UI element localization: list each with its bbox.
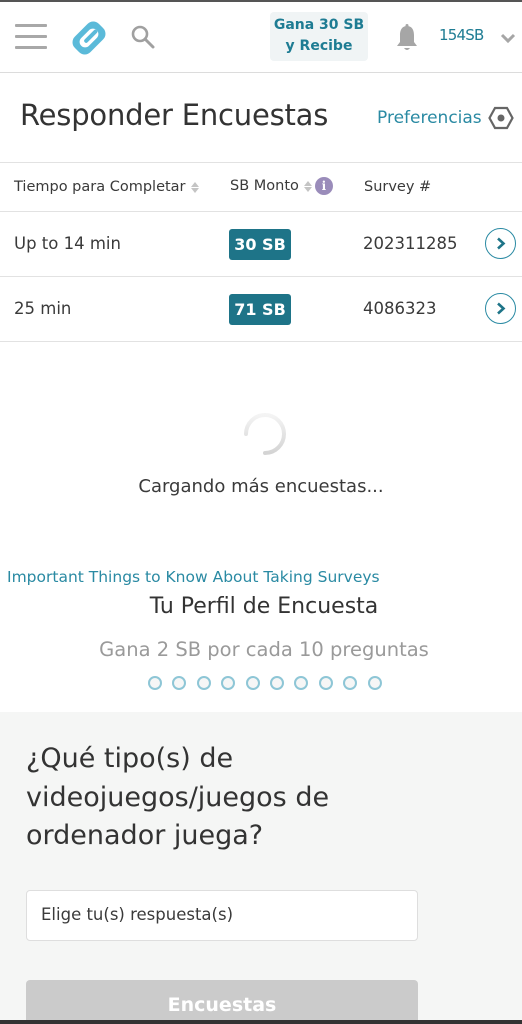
important-info-link[interactable]: Important Things to Know About Taking Su… (7, 568, 380, 586)
chevron-down-icon[interactable] (499, 30, 517, 44)
progress-dot-empty (221, 676, 236, 690)
sb-balance[interactable]: 154SB (439, 26, 484, 44)
progress-dot-empty (343, 676, 358, 690)
progress-dot-empty (269, 676, 284, 690)
chevron-right-circle-icon[interactable] (485, 228, 516, 259)
profile-question-card: ¿Qué tipo(s) de videojuegos/juegos de or… (0, 712, 522, 1024)
survey-reward-badge: 30 SB (229, 229, 291, 260)
progress-dot-empty (148, 676, 162, 690)
column-label: Survey # (364, 179, 432, 195)
column-survey-number: Survey # (364, 179, 431, 195)
search-icon[interactable] (130, 24, 156, 50)
survey-reward-badge: 71 SB (229, 294, 291, 325)
preferences-link[interactable]: Preferencias (377, 106, 514, 130)
progress-dot-empty (318, 676, 333, 690)
loading-spinner-icon (236, 405, 294, 463)
progress-dot-empty (294, 676, 309, 690)
bell-icon[interactable] (394, 23, 420, 53)
survey-row[interactable]: Up to 14 min 30 SB 202311285 (0, 212, 522, 277)
survey-table-header: Tiempo para Completar SB Monto i Survey … (0, 162, 522, 212)
earn-promo-button[interactable]: Gana 30 SB y Recibe (270, 12, 368, 61)
column-time-to-complete[interactable]: Tiempo para Completar (14, 179, 199, 195)
survey-row[interactable]: 25 min 71 SB 4086323 (0, 277, 522, 342)
loading-text: Cargando más encuestas... (138, 476, 384, 497)
info-icon[interactable]: i (314, 177, 333, 195)
survey-id: 4086323 (363, 299, 437, 318)
survey-id: 202311285 (363, 234, 458, 253)
sort-icon (303, 180, 312, 192)
column-label: SB Monto (230, 178, 299, 194)
survey-time: 25 min (14, 299, 72, 318)
chevron-right-circle-icon[interactable] (485, 293, 516, 324)
answer-select[interactable]: Elige tu(s) respuesta(s) (26, 890, 418, 941)
promo-line-2: y Recibe (285, 38, 353, 54)
hexagon-settings-icon (487, 106, 514, 130)
page-title: Responder Encuestas (20, 98, 329, 132)
promo-line-1: Gana 30 SB (273, 17, 365, 33)
progress-dot-empty (367, 676, 382, 690)
column-label: Tiempo para Completar (14, 179, 186, 195)
top-nav-bar: Gana 30 SB y Recibe 154SB (0, 2, 522, 73)
progress-dot-empty (196, 676, 211, 690)
sort-icon (190, 181, 199, 193)
profile-title: Tu Perfil de Encuesta (149, 594, 379, 619)
hamburger-menu-icon[interactable] (15, 24, 47, 50)
question-text: ¿Qué tipo(s) de videojuegos/juegos de or… (26, 743, 330, 851)
progress-dot-empty (172, 676, 187, 690)
column-sb-amount[interactable]: SB Monto i (230, 177, 333, 195)
window-bottom-edge (0, 1020, 522, 1024)
profile-subtitle: Gana 2 SB por cada 10 preguntas (99, 638, 429, 661)
survey-time: Up to 14 min (14, 234, 121, 253)
submit-button[interactable]: Encuestas (26, 980, 418, 1024)
progress-dot-empty (245, 676, 260, 690)
profile-progress-dots (148, 676, 392, 690)
swagbucks-logo-icon[interactable] (69, 19, 109, 57)
preferences-label: Preferencias (377, 108, 482, 128)
